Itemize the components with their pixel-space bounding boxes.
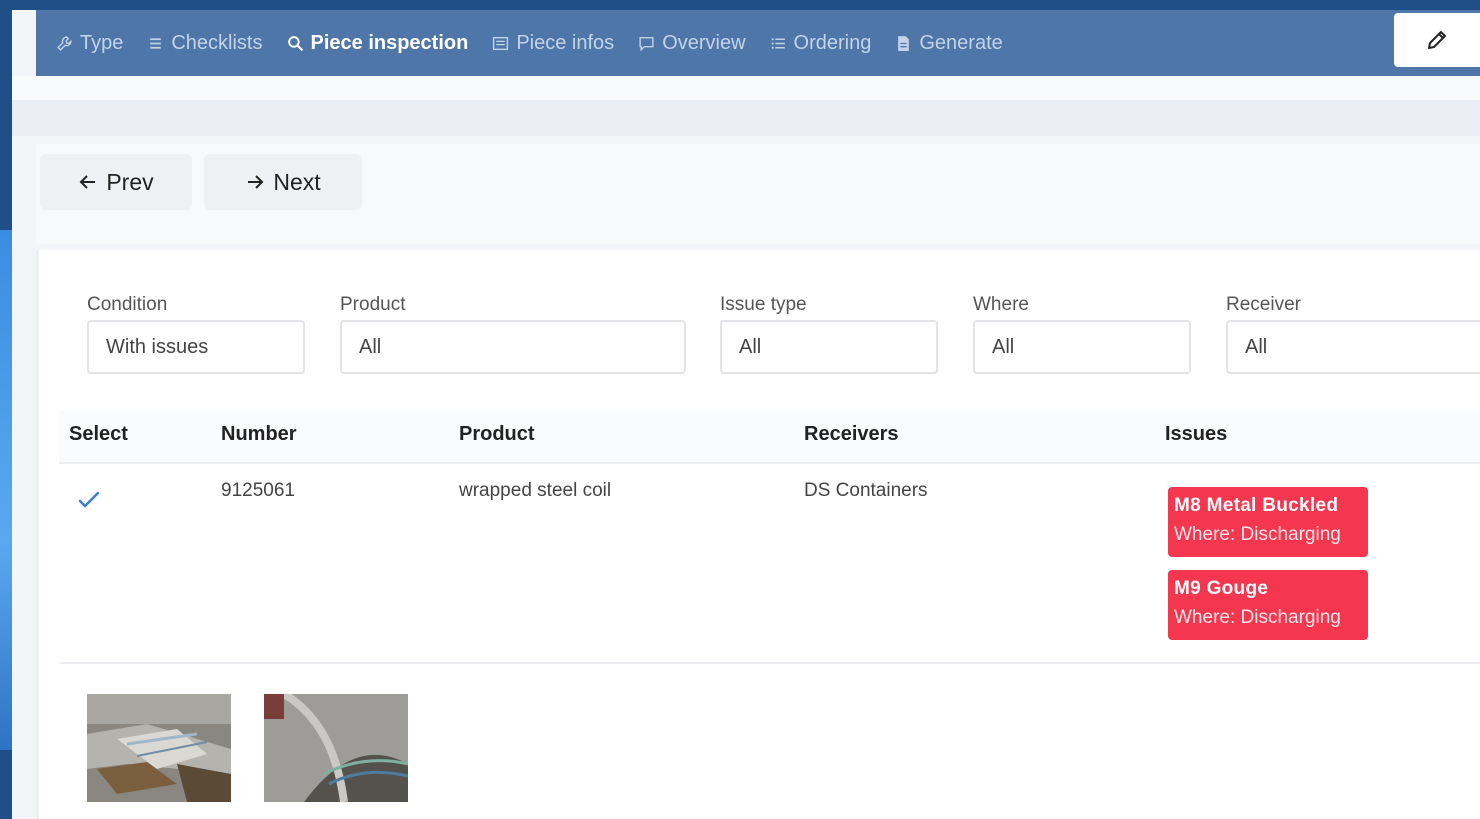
column-header-receivers[interactable]: Receivers [804,423,899,446]
cell-product: wrapped steel coil [459,480,612,501]
app-window: Type Checklists Piece inspection Piece i… [12,10,1480,819]
cell-receivers: DS Containers [804,480,928,501]
issue-name: M9 Gouge [1174,578,1269,599]
filter-receiver-label: Receiver [1226,294,1301,315]
issue-name: M8 Metal Buckled [1174,495,1339,516]
filter-where-select[interactable]: All [973,320,1191,374]
nav-tab-label: Piece infos [516,31,615,54]
top-nav: Type Checklists Piece inspection Piece i… [36,10,1480,76]
pager-area: Prev Next [36,144,1480,244]
filter-condition-value: With issues [106,335,209,358]
nav-tab-label: Overview [662,31,746,54]
next-label: Next [273,168,321,195]
nav-tab-piece-inspection[interactable]: Piece inspection [287,31,469,55]
column-header-select[interactable]: Select [69,423,128,446]
column-header-product[interactable]: Product [459,423,535,446]
issue-badge[interactable]: M9 Gouge Where: Discharging [1168,570,1368,640]
inspection-panel: Condition With issues Product All Issue … [36,250,1480,819]
prev-label: Prev [106,168,154,195]
nav-tab-type[interactable]: Type [56,32,123,55]
issue-where: Where: Discharging [1174,524,1341,545]
divider [59,462,1480,464]
nav-tab-label: Ordering [793,31,872,54]
nav-tab-label: Type [80,31,124,54]
filter-where-label: Where [973,294,1029,315]
file-icon [898,35,910,51]
next-button[interactable]: Next [204,154,362,210]
comment-icon [639,36,654,52]
nav-tab-overview[interactable]: Overview [638,31,746,55]
toolbar-band [12,100,1480,136]
card-icon [493,36,509,50]
arrow-left-icon [79,175,96,189]
nav-tab-label: Piece inspection [310,31,469,54]
photo-thumbnail[interactable] [264,694,408,802]
column-header-number[interactable]: Number [221,423,297,446]
list-icon [150,37,162,49]
filter-receiver-select[interactable]: All [1226,320,1480,374]
photo-thumbnail[interactable] [87,694,231,802]
nav-tab-piece-infos[interactable]: Piece infos [492,32,614,55]
nav-tab-label: Checklists [171,31,263,54]
header-spacer [12,76,1480,100]
filter-product-label: Product [340,294,406,315]
filter-issue-type-label: Issue type [720,294,807,315]
issue-where: Where: Discharging [1174,607,1341,628]
filter-issue-type-select[interactable]: All [720,320,938,374]
checkmark-icon[interactable] [77,488,101,512]
filter-condition-label: Condition [87,294,168,315]
list-ordered-icon [771,37,785,49]
nav-tab-checklists[interactable]: Checklists [147,31,263,55]
cell-number: 9125061 [221,480,295,501]
wrench-icon [57,35,72,51]
column-header-issues[interactable]: Issues [1165,423,1227,446]
prev-button[interactable]: Prev [40,154,192,210]
filter-condition-select[interactable]: With issues [87,320,305,374]
arrow-right-icon [248,175,264,189]
filter-product-value: All [359,335,382,358]
nav-tab-label: Generate [919,31,1003,54]
search-icon [287,35,303,51]
filter-issue-type-value: All [739,335,762,358]
filter-receiver-value: All [1245,335,1268,358]
issue-badge[interactable]: M8 Metal Buckled Where: Discharging [1168,487,1368,557]
edit-button[interactable] [1394,13,1480,67]
nav-tab-generate[interactable]: Generate [895,31,1003,55]
filter-where-value: All [992,335,1015,358]
damage-photo-image [264,694,408,802]
nav-tab-ordering[interactable]: Ordering [770,31,872,55]
filter-product-select[interactable]: All [340,320,686,374]
damage-photo-image [87,694,231,802]
divider [59,662,1480,664]
pencil-icon [1428,31,1446,49]
